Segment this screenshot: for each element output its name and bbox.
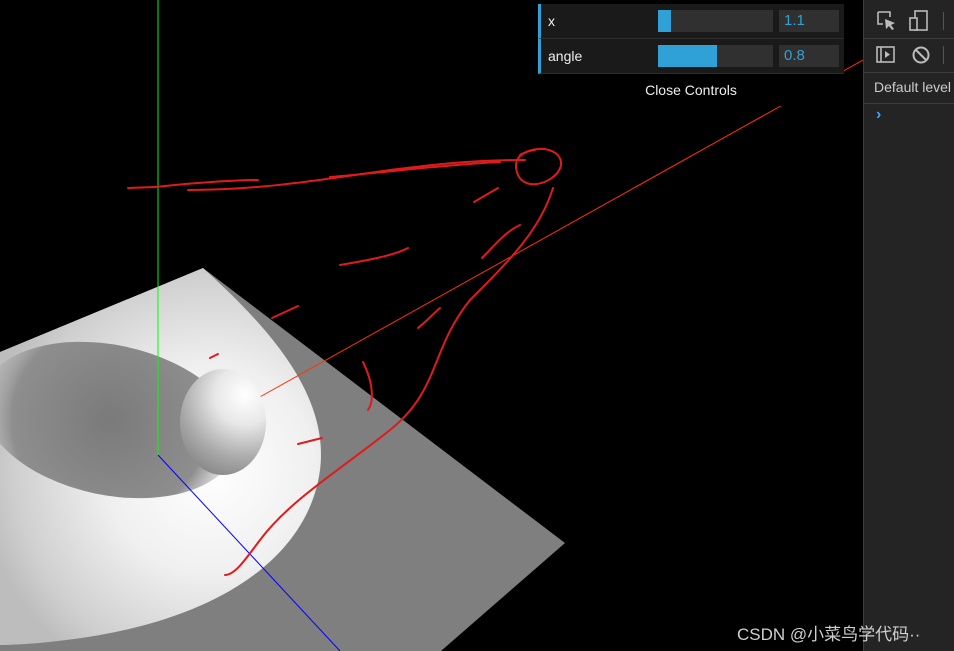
- control-row-x[interactable]: x 1.1: [538, 4, 844, 39]
- toolbar-separator: [943, 46, 944, 64]
- light-ray: [257, 59, 863, 399]
- close-controls-button[interactable]: Close Controls: [538, 74, 844, 106]
- angle-slider-fill: [658, 45, 717, 67]
- clear-console-icon[interactable]: [910, 44, 932, 66]
- gui-controls-panel[interactable]: x 1.1 angle 0.8 Close Controls: [538, 4, 844, 106]
- devtools-panel: Default level ›: [863, 0, 954, 651]
- x-slider-fill: [658, 10, 671, 32]
- x-slider[interactable]: [658, 10, 773, 32]
- control-label: angle: [548, 48, 583, 64]
- control-row-angle[interactable]: angle 0.8: [538, 39, 844, 74]
- sidebar-toggle-icon[interactable]: [875, 44, 897, 66]
- watermark: CSDN @小菜鸟学代码··: [737, 625, 921, 644]
- devtools-top-toolbar: [864, 4, 954, 39]
- angle-value-input[interactable]: 0.8: [779, 45, 839, 67]
- log-level-dropdown[interactable]: Default level: [874, 79, 951, 95]
- console-toolbar: [864, 38, 954, 73]
- x-value-input[interactable]: 1.1: [779, 10, 839, 32]
- console-prompt[interactable]: ›: [876, 106, 881, 124]
- sphere: [180, 369, 266, 475]
- device-toolbar-icon[interactable]: [908, 10, 930, 32]
- divider: [864, 103, 954, 104]
- inspect-element-icon[interactable]: [876, 10, 898, 32]
- control-label: x: [548, 13, 555, 29]
- angle-slider[interactable]: [658, 45, 773, 67]
- toolbar-separator: [943, 12, 944, 30]
